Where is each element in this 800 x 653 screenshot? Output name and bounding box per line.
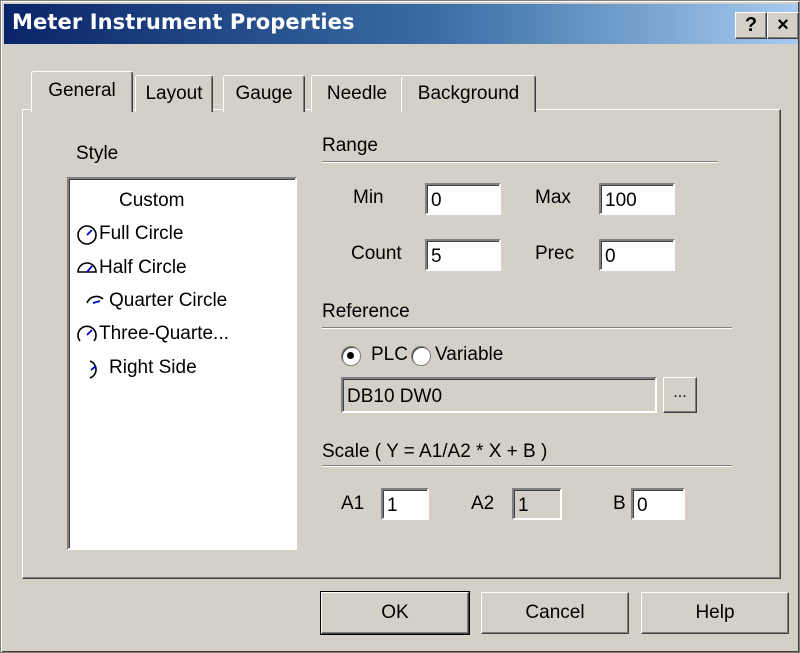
tab-gauge[interactable]: Gauge xyxy=(223,75,305,112)
style-label: Style xyxy=(76,143,119,164)
properties-dialog: Meter Instrument Properties ? × General … xyxy=(0,0,800,653)
range-divider xyxy=(322,161,718,163)
b-label: B xyxy=(613,493,626,514)
max-field[interactable]: 100 xyxy=(599,183,675,215)
tab-layout[interactable]: Layout xyxy=(135,75,213,112)
close-button[interactable]: × xyxy=(767,12,799,39)
list-item-half-circle[interactable]: Half Circle xyxy=(69,252,289,284)
reference-divider xyxy=(322,327,732,329)
active-tab-joint xyxy=(32,109,130,111)
min-field[interactable]: 0 xyxy=(425,183,501,215)
reference-label: Reference xyxy=(322,301,410,322)
three-quarter-gauge-icon xyxy=(77,325,97,342)
a1-label: A1 xyxy=(341,493,365,514)
browse-button[interactable]: ... xyxy=(663,377,697,413)
help-button[interactable]: Help xyxy=(641,592,789,634)
max-label: Max xyxy=(535,187,571,208)
prec-label: Prec xyxy=(535,243,575,264)
a1-field[interactable]: 1 xyxy=(381,488,429,520)
scale-label: Scale ( Y = A1/A2 * X + B ) xyxy=(322,441,548,462)
list-item-full-circle[interactable]: Full Circle xyxy=(69,218,289,250)
prec-field[interactable]: 0 xyxy=(599,239,675,271)
variable-radio-label[interactable]: Variable xyxy=(435,344,503,366)
list-item-three-quarter[interactable]: Three-Quarte... xyxy=(69,318,289,350)
count-field[interactable]: 5 xyxy=(425,239,501,271)
right-side-gauge-icon xyxy=(89,360,97,379)
full-circle-gauge-icon xyxy=(77,225,97,245)
b-field[interactable]: 0 xyxy=(631,488,685,520)
ok-button[interactable]: OK xyxy=(320,591,470,635)
variable-radio[interactable] xyxy=(411,346,431,366)
scale-divider xyxy=(322,465,732,467)
tab-background[interactable]: Background xyxy=(401,75,536,112)
list-item-right-side[interactable]: Right Side xyxy=(69,352,289,384)
tab-general[interactable]: General xyxy=(31,71,133,112)
tab-needle[interactable]: Needle xyxy=(311,75,403,112)
style-listbox[interactable]: Custom Full Circle Half Circle Quarter C… xyxy=(67,177,297,550)
plc-radio-label[interactable]: PLC xyxy=(371,344,408,366)
help-title-button[interactable]: ? xyxy=(735,12,767,39)
dialog-title: Meter Instrument Properties xyxy=(12,10,355,34)
list-item-custom[interactable]: Custom xyxy=(69,185,289,217)
cancel-button[interactable]: Cancel xyxy=(481,592,629,634)
title-bar[interactable]: Meter Instrument Properties ? × xyxy=(4,4,799,44)
address-field[interactable]: DB10 DW0 xyxy=(341,377,657,413)
list-item-quarter-circle[interactable]: Quarter Circle xyxy=(69,285,289,317)
count-label: Count xyxy=(351,243,402,264)
half-circle-gauge-icon xyxy=(77,262,97,273)
a2-label: A2 xyxy=(471,493,495,514)
min-label: Min xyxy=(353,187,384,208)
plc-radio[interactable] xyxy=(341,346,361,366)
quarter-circle-gauge-icon xyxy=(86,295,104,304)
a2-field[interactable]: 1 xyxy=(512,488,562,520)
range-label: Range xyxy=(322,135,378,156)
